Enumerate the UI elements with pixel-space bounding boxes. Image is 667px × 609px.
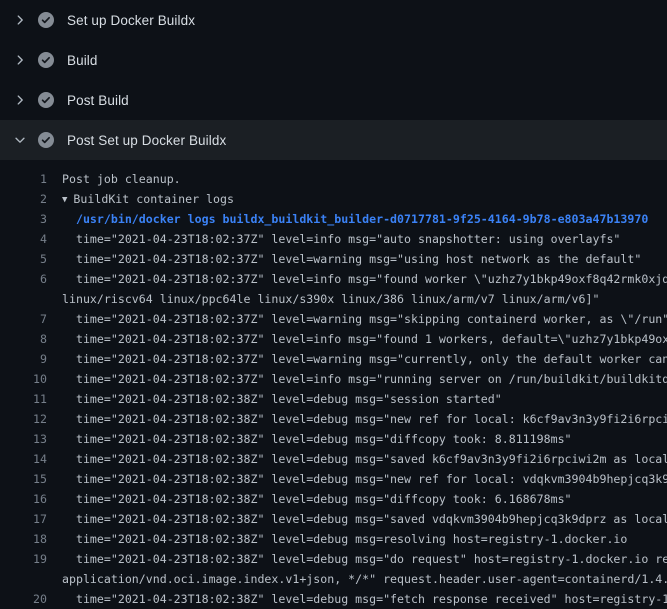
check-circle-icon [38,52,54,68]
log-line-number[interactable]: 10 [0,369,47,389]
log-line-number[interactable]: 5 [0,249,47,269]
step-header-row-post-set-up-docker-buildx[interactable]: Post Set up Docker Buildx [0,120,667,160]
workflow-steps-list: Set up Docker Buildx Build Post Build [0,0,667,160]
log-line-text: time="2021-04-23T18:02:37Z" level=info m… [47,269,667,289]
collapse-triangle-icon: ▼ [62,190,73,209]
log-line: 5 time="2021-04-23T18:02:37Z" level=warn… [0,249,667,269]
log-line-number[interactable]: 1 [0,169,47,189]
log-group-label: BuildKit container logs [73,192,234,206]
log-line-text: time="2021-04-23T18:02:38Z" level=debug … [47,489,572,509]
log-line-text: time="2021-04-23T18:02:37Z" level=warnin… [47,249,641,269]
log-line-number[interactable]: 7 [0,309,47,329]
log-line: 2 ▼BuildKit container logs [0,189,667,209]
log-line: 14 time="2021-04-23T18:02:38Z" level=deb… [0,449,667,469]
log-line-text: time="2021-04-23T18:02:38Z" level=debug … [47,529,627,549]
log-line: 16 time="2021-04-23T18:02:38Z" level=deb… [0,489,667,509]
step-label: Set up Docker Buildx [67,13,195,28]
log-line-number[interactable]: 4 [0,229,47,249]
log-line: 10 time="2021-04-23T18:02:37Z" level=inf… [0,369,667,389]
log-line-text: time="2021-04-23T18:02:38Z" level=debug … [47,409,667,429]
log-line: 17 time="2021-04-23T18:02:38Z" level=deb… [0,509,667,529]
log-line-text: time="2021-04-23T18:02:37Z" level=warnin… [47,309,667,329]
log-line: application/vnd.oci.image.index.v1+json,… [0,569,667,589]
step-label: Post Set up Docker Buildx [67,133,226,148]
log-line-text: time="2021-04-23T18:02:37Z" level=info m… [47,229,620,249]
log-line-number[interactable]: 15 [0,469,47,489]
log-line-number[interactable]: 17 [0,509,47,529]
log-line: 18 time="2021-04-23T18:02:38Z" level=deb… [0,529,667,549]
check-circle-icon [38,92,54,108]
log-line-text: time="2021-04-23T18:02:38Z" level=debug … [47,549,667,569]
log-line-number[interactable]: 11 [0,389,47,409]
log-line-number[interactable]: 19 [0,549,47,569]
log-line-text: linux/riscv64 linux/ppc64le linux/s390x … [47,289,599,309]
log-line-text: Post job cleanup. [47,169,181,189]
log-line-text: time="2021-04-23T18:02:38Z" level=debug … [47,449,667,469]
log-line-text: time="2021-04-23T18:02:38Z" level=debug … [47,429,572,449]
log-line-text: time="2021-04-23T18:02:37Z" level=warnin… [47,349,667,369]
chevron-right-icon [12,92,28,108]
log-line-text: time="2021-04-23T18:02:38Z" level=debug … [47,469,667,489]
log-line-text: time="2021-04-23T18:02:38Z" level=debug … [47,509,667,529]
step-header-row-set-up-docker-buildx[interactable]: Set up Docker Buildx [0,0,667,40]
chevron-down-icon [12,132,28,148]
log-line-number [0,569,47,589]
log-line-number[interactable]: 16 [0,489,47,509]
log-line: 12 time="2021-04-23T18:02:38Z" level=deb… [0,409,667,429]
log-group-toggle[interactable]: ▼BuildKit container logs [47,189,234,209]
log-line: 7 time="2021-04-23T18:02:37Z" level=warn… [0,309,667,329]
log-line: 15 time="2021-04-23T18:02:38Z" level=deb… [0,469,667,489]
log-line-number[interactable]: 13 [0,429,47,449]
log-line: 9 time="2021-04-23T18:02:37Z" level=warn… [0,349,667,369]
log-line-number[interactable]: 8 [0,329,47,349]
log-line-number [0,289,47,309]
log-line-text: time="2021-04-23T18:02:37Z" level=info m… [47,369,667,389]
log-line-number[interactable]: 3 [0,209,47,229]
log-line: linux/riscv64 linux/ppc64le linux/s390x … [0,289,667,309]
step-log-viewer: 1 Post job cleanup. 2 ▼BuildKit containe… [0,160,667,609]
log-line-text: application/vnd.oci.image.index.v1+json,… [47,569,667,589]
log-line-number[interactable]: 20 [0,589,47,609]
log-command-text: /usr/bin/docker logs buildx_buildkit_bui… [47,209,648,229]
log-line: 20 time="2021-04-23T18:02:38Z" level=deb… [0,589,667,609]
log-line-text: time="2021-04-23T18:02:38Z" level=debug … [47,389,502,409]
log-line: 13 time="2021-04-23T18:02:38Z" level=deb… [0,429,667,449]
log-line: 19 time="2021-04-23T18:02:38Z" level=deb… [0,549,667,569]
log-line-text: time="2021-04-23T18:02:37Z" level=info m… [47,329,667,349]
step-header-row-post-build[interactable]: Post Build [0,80,667,120]
chevron-right-icon [12,52,28,68]
log-line: 6 time="2021-04-23T18:02:37Z" level=info… [0,269,667,289]
log-line: 8 time="2021-04-23T18:02:37Z" level=info… [0,329,667,349]
log-line-number[interactable]: 18 [0,529,47,549]
log-line: 11 time="2021-04-23T18:02:38Z" level=deb… [0,389,667,409]
step-label: Build [67,53,98,68]
step-label: Post Build [67,93,129,108]
log-line-number[interactable]: 2 [0,189,47,209]
log-line-number[interactable]: 14 [0,449,47,469]
log-line: 4 time="2021-04-23T18:02:37Z" level=info… [0,229,667,249]
step-header-row-build[interactable]: Build [0,40,667,80]
log-line-text: time="2021-04-23T18:02:38Z" level=debug … [47,589,667,609]
check-circle-icon [38,12,54,28]
log-line-number[interactable]: 6 [0,269,47,289]
log-line-number[interactable]: 9 [0,349,47,369]
log-line-number[interactable]: 12 [0,409,47,429]
log-line: 1 Post job cleanup. [0,169,667,189]
log-line: 3 /usr/bin/docker logs buildx_buildkit_b… [0,209,667,229]
chevron-right-icon [12,12,28,28]
check-circle-icon [38,132,54,148]
